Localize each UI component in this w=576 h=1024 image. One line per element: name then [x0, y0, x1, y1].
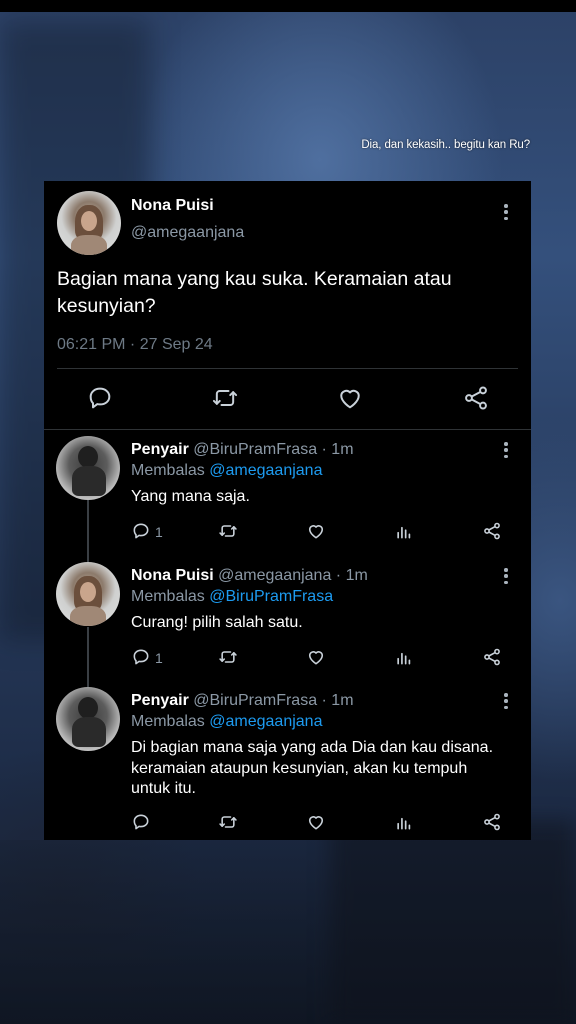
author-handle[interactable]: @amegaanjana: [131, 224, 244, 242]
author-name[interactable]: Nona Puisi: [131, 197, 214, 215]
reply-count: 1: [155, 650, 163, 666]
tweet-timestamp: 06:21 PM · 27 Sep 24: [57, 336, 213, 353]
share-icon[interactable]: [462, 384, 490, 412]
like-icon[interactable]: [336, 384, 364, 412]
avatar[interactable]: [56, 687, 120, 751]
share-icon[interactable]: [482, 521, 502, 541]
reply-header: Penyair @BiruPramFrasa · 1m: [131, 441, 354, 459]
retweet-icon[interactable]: [211, 384, 239, 412]
reply-text: Yang mana saja.: [131, 488, 250, 505]
retweet-icon[interactable]: [218, 812, 238, 832]
avatar[interactable]: [57, 191, 121, 255]
reply-icon[interactable]: [131, 812, 151, 832]
retweet-icon[interactable]: [218, 647, 238, 667]
share-icon[interactable]: [482, 647, 502, 667]
tweet-actions: [44, 384, 531, 414]
divider: [57, 368, 518, 369]
share-icon[interactable]: [482, 812, 502, 832]
reply-tweet[interactable]: Nona Puisi @amegaanjana · 1m Membalas @B…: [44, 562, 531, 680]
reply-text: Curang! pilih salah satu.: [131, 614, 303, 631]
author-handle-time[interactable]: @amegaanjana · 1m: [218, 567, 368, 584]
author-name[interactable]: Nona Puisi: [131, 567, 214, 584]
more-options-icon[interactable]: [504, 693, 508, 709]
author-handle-time[interactable]: @BiruPramFrasa · 1m: [193, 692, 353, 709]
mention-link[interactable]: @BiruPramFrasa: [209, 588, 333, 605]
author-name[interactable]: Penyair: [131, 441, 189, 458]
views-icon[interactable]: [394, 812, 414, 832]
replying-to: Membalas @amegaanjana: [131, 462, 322, 480]
reply-actions: 1: [44, 521, 531, 543]
reply-tweet[interactable]: Penyair @BiruPramFrasa · 1m Membalas @am…: [44, 687, 531, 837]
tweet-card: Nona Puisi @amegaanjana Bagian mana yang…: [44, 181, 531, 840]
replying-label: Membalas: [131, 713, 205, 730]
like-icon[interactable]: [306, 647, 326, 667]
mention-link[interactable]: @amegaanjana: [209, 713, 322, 730]
overlay-caption: Dia, dan kekasih.. begitu kan Ru?: [361, 139, 530, 151]
reply-actions: 1: [44, 647, 531, 669]
avatar[interactable]: [56, 436, 120, 500]
reply-tweet[interactable]: Penyair @BiruPramFrasa · 1m Membalas @am…: [44, 436, 531, 554]
views-icon[interactable]: [394, 647, 414, 667]
more-options-icon[interactable]: [504, 568, 508, 584]
replying-to: Membalas @amegaanjana: [131, 713, 322, 731]
like-icon[interactable]: [306, 521, 326, 541]
reply-actions: [44, 812, 531, 834]
replying-label: Membalas: [131, 588, 205, 605]
reply-icon[interactable]: [131, 647, 151, 667]
replying-label: Membalas: [131, 462, 205, 479]
reply-text: Di bagian mana saja yang ada Dia dan kau…: [131, 739, 494, 797]
retweet-icon[interactable]: [218, 521, 238, 541]
divider: [44, 429, 531, 430]
reply-count: 1: [155, 524, 163, 540]
status-bar: [0, 0, 576, 12]
avatar[interactable]: [56, 562, 120, 626]
tweet-text: Bagian mana yang kau suka. Keramaian ata…: [57, 268, 452, 317]
reply-header: Nona Puisi @amegaanjana · 1m: [131, 567, 368, 585]
author-handle-time[interactable]: @BiruPramFrasa · 1m: [193, 441, 353, 458]
reply-icon[interactable]: [86, 384, 114, 412]
more-options-icon[interactable]: [504, 204, 508, 220]
replying-to: Membalas @BiruPramFrasa: [131, 588, 333, 606]
main-tweet[interactable]: Nona Puisi @amegaanjana Bagian mana yang…: [44, 181, 531, 430]
reply-header: Penyair @BiruPramFrasa · 1m: [131, 692, 354, 710]
mention-link[interactable]: @amegaanjana: [209, 462, 322, 479]
author-name[interactable]: Penyair: [131, 692, 189, 709]
reply-icon[interactable]: [131, 521, 151, 541]
more-options-icon[interactable]: [504, 442, 508, 458]
views-icon[interactable]: [394, 521, 414, 541]
background-shadow-right: [330, 820, 576, 1024]
like-icon[interactable]: [306, 812, 326, 832]
